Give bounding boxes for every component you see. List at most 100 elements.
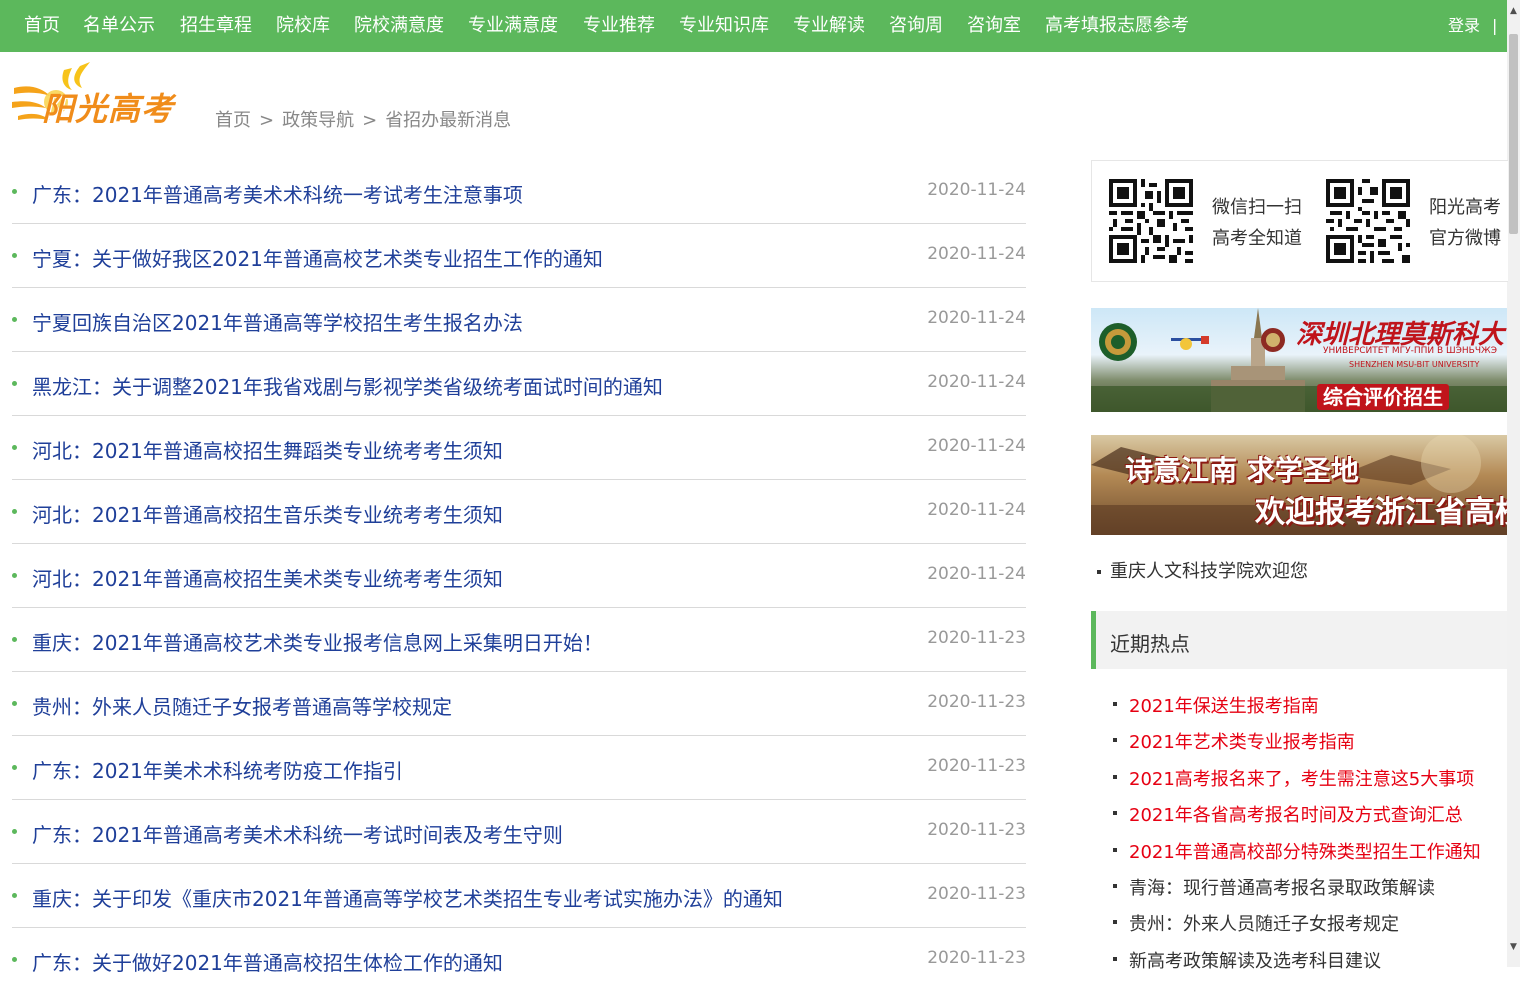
news-date: 2020-11-23 [927, 628, 1026, 648]
news-date: 2020-11-24 [927, 564, 1026, 584]
login-link[interactable]: 登录 [1448, 0, 1480, 52]
banner2-line1: 诗意江南 求学圣地 [1125, 454, 1359, 487]
list-item[interactable]: 宁夏：关于做好我区2021年普通高校艺术类专业招生工作的通知 2020-11-24 [12, 224, 1026, 288]
bullet-dot-icon [12, 765, 17, 770]
bullet-dot-icon [12, 829, 17, 834]
news-list: 广东：2021年普通高考美术术科统一考试考生注意事项 2020-11-24 宁夏：… [12, 160, 1026, 991]
breadcrumb-policy[interactable]: 政策导航 [282, 110, 354, 131]
news-date: 2020-11-24 [927, 244, 1026, 264]
list-item[interactable]: 广东：2021年普通高考美术术科统一考试时间表及考生守则 2020-11-23 [12, 800, 1026, 864]
news-date: 2020-11-24 [927, 180, 1026, 200]
news-title-link[interactable]: 贵州：外来人员随迁子女报考普通高等学校规定 [32, 691, 452, 720]
scroll-down-arrow-icon[interactable]: ▼ [1507, 940, 1520, 954]
banner2-line2: 欢迎报考浙江省高校 [1255, 495, 1507, 530]
msu-bit-university-banner[interactable]: 深圳北理莫斯科大 УНИВЕРСИТЕТ МГУ-ППИ В ШЭНЬЧЖЭ S… [1091, 308, 1507, 412]
nav-item-major-satisfaction[interactable]: 专业满意度 [468, 0, 558, 52]
list-item[interactable]: 广东：关于做好2021年普通高校招生体检工作的通知 2020-11-23 [12, 928, 1026, 991]
breadcrumb-home[interactable]: 首页 [215, 110, 251, 131]
qr1-caption-line1: 微信扫一扫 [1212, 197, 1302, 218]
list-item[interactable]: 河北：2021年普通高校招生美术类专业统考考生须知 2020-11-24 [12, 544, 1026, 608]
hot-topic-link[interactable]: 2021年保送生报考指南 [1129, 692, 1319, 718]
list-item[interactable]: 河北：2021年普通高校招生舞蹈类专业统考考生须知 2020-11-24 [12, 416, 1026, 480]
news-date: 2020-11-23 [927, 756, 1026, 776]
news-title-link[interactable]: 宁夏：关于做好我区2021年普通高校艺术类专业招生工作的通知 [32, 243, 603, 272]
banner1-subtitle-ru: УНИВЕРСИТЕТ МГУ-ППИ В ШЭНЬЧЖЭ [1323, 346, 1497, 356]
page-scrollbar[interactable]: ▲ ▼ [1507, 0, 1520, 967]
breadcrumb: 首页 > 政策导航 > 省招办最新消息 [215, 106, 511, 132]
news-title-link[interactable]: 广东：关于做好2021年普通高校招生体检工作的通知 [32, 947, 503, 976]
zhejiang-universities-banner[interactable]: 诗意江南 求学圣地 欢迎报考浙江省高校 [1091, 435, 1507, 535]
news-title-link[interactable]: 宁夏回族自治区2021年普通高等学校招生考生报名办法 [32, 307, 523, 336]
bullet-dot-icon [12, 893, 17, 898]
logo-text: 阳光高考 [42, 90, 175, 128]
list-item[interactable]: 重庆：关于印发《重庆市2021年普通高等学校艺术类招生专业考试实施办法》的通知 2… [12, 864, 1026, 928]
list-item[interactable]: 2021年各省高考报名时间及方式查询汇总 [1111, 794, 1507, 830]
bullet-square-icon [1113, 702, 1117, 706]
news-title-link[interactable]: 广东：2021年普通高考美术术科统一考试考生注意事项 [32, 179, 523, 208]
nav-item-major-recommend[interactable]: 专业推荐 [583, 0, 655, 52]
list-item[interactable]: 宁夏回族自治区2021年普通高等学校招生考生报名办法 2020-11-24 [12, 288, 1026, 352]
list-item[interactable]: 广东：2021年美术术科统考防疫工作指引 2020-11-23 [12, 736, 1026, 800]
bullet-dot-icon [12, 445, 17, 450]
bullet-dot-icon [12, 509, 17, 514]
bullet-square-icon [1113, 738, 1117, 743]
list-item[interactable]: 新高考政策解读及选考科目建议 [1111, 940, 1507, 976]
nav-item-home[interactable]: 首页 [24, 0, 60, 52]
list-item[interactable]: 2021年普通高校部分特殊类型招生工作通知 [1111, 831, 1507, 867]
hot-topic-link[interactable]: 2021年普通高校部分特殊类型招生工作通知 [1129, 838, 1481, 864]
list-item[interactable]: 河北：2021年普通高校招生音乐类专业统考考生须知 2020-11-24 [12, 480, 1026, 544]
news-title-link[interactable]: 重庆：2021年普通高校艺术类专业报考信息网上采集明日开始！ [32, 627, 603, 656]
scroll-up-arrow-icon[interactable]: ▲ [1507, 4, 1520, 18]
bullet-square-icon [1097, 570, 1101, 574]
news-date: 2020-11-23 [927, 884, 1026, 904]
bullet-dot-icon [12, 189, 17, 194]
list-item[interactable]: 青海：现行普通高考报名录取政策解读 [1111, 867, 1507, 903]
news-date: 2020-11-24 [927, 436, 1026, 456]
nav-item-admission-rules[interactable]: 招生章程 [180, 0, 252, 52]
bullet-square-icon [1113, 883, 1117, 888]
hot-topics-header: 近期热点 [1091, 611, 1507, 669]
news-title-link[interactable]: 广东：2021年普通高考美术术科统一考试时间表及考生守则 [32, 819, 563, 848]
nav-item-consult-week[interactable]: 咨询周 [889, 0, 943, 52]
site-logo[interactable]: 阳光高考 [10, 58, 195, 133]
nav-item-volunteer-reference[interactable]: 高考填报志愿参考 [1045, 0, 1189, 52]
list-item[interactable]: 贵州：外来人员随迁子女报考规定 [1111, 903, 1507, 939]
list-item[interactable]: 黑龙江：关于调整2021年我省戏剧与影视学类省级统考面试时间的通知 2020-11… [12, 352, 1026, 416]
hot-topic-link[interactable]: 青海：现行普通高考报名录取政策解读 [1129, 874, 1435, 900]
list-item[interactable]: 2021高考报名来了，考生需注意这5大事项 [1111, 758, 1507, 794]
bullet-square-icon [1113, 811, 1117, 816]
list-item[interactable]: 广东：2021年普通高考美术术科统一考试考生注意事项 2020-11-24 [12, 160, 1026, 224]
qr2-caption-line2: 官方微博 [1429, 228, 1501, 249]
list-item[interactable]: 2021年保送生报考指南 [1111, 685, 1507, 721]
hot-topic-link[interactable]: 2021年各省高考报名时间及方式查询汇总 [1129, 801, 1463, 827]
scroll-thumb[interactable] [1509, 34, 1518, 234]
hot-topic-link[interactable]: 2021高考报名来了，考生需注意这5大事项 [1129, 765, 1474, 791]
hot-topics-list: 2021年保送生报考指南 2021年艺术类专业报考指南 2021高考报名来了，考… [1111, 685, 1507, 976]
news-title-link[interactable]: 重庆：关于印发《重庆市2021年普通高等学校艺术类招生专业考试实施办法》的通知 [32, 883, 783, 912]
nav-item-major-knowledge[interactable]: 专业知识库 [679, 0, 769, 52]
news-title-link[interactable]: 河北：2021年普通高校招生音乐类专业统考考生须知 [32, 499, 503, 528]
news-title-link[interactable]: 河北：2021年普通高校招生美术类专业统考考生须知 [32, 563, 503, 592]
nav-item-school-library[interactable]: 院校库 [276, 0, 330, 52]
bullet-square-icon [1113, 847, 1117, 852]
news-date: 2020-11-23 [927, 820, 1026, 840]
nav-item-school-satisfaction[interactable]: 院校满意度 [354, 0, 444, 52]
nav-item-consult-room[interactable]: 咨询室 [967, 0, 1021, 52]
news-title-link[interactable]: 黑龙江：关于调整2021年我省戏剧与影视学类省级统考面试时间的通知 [32, 371, 663, 400]
news-title-link[interactable]: 河北：2021年普通高校招生舞蹈类专业统考考生须知 [32, 435, 503, 464]
bullet-dot-icon [12, 637, 17, 642]
list-item[interactable]: 重庆：2021年普通高校艺术类专业报考信息网上采集明日开始！ 2020-11-23 [12, 608, 1026, 672]
hot-topic-link[interactable]: 新高考政策解读及选考科目建议 [1129, 947, 1381, 973]
weibo-qr-code-icon [1326, 179, 1410, 263]
welcome-link[interactable]: 重庆人文科技学院欢迎您 [1097, 557, 1308, 583]
hot-topic-link[interactable]: 2021年艺术类专业报考指南 [1129, 728, 1355, 754]
list-item[interactable]: 2021年艺术类专业报考指南 [1111, 721, 1507, 757]
nav-item-major-interpretation[interactable]: 专业解读 [793, 0, 865, 52]
qr2-caption-line1: 阳光高考 [1429, 197, 1501, 218]
hot-topic-link[interactable]: 贵州：外来人员随迁子女报考规定 [1129, 910, 1399, 936]
news-date: 2020-11-23 [927, 948, 1026, 968]
nav-item-name-list[interactable]: 名单公示 [83, 0, 155, 52]
news-title-link[interactable]: 广东：2021年美术术科统考防疫工作指引 [32, 755, 403, 784]
list-item[interactable]: 贵州：外来人员随迁子女报考普通高等学校规定 2020-11-23 [12, 672, 1026, 736]
bullet-square-icon [1113, 956, 1117, 961]
